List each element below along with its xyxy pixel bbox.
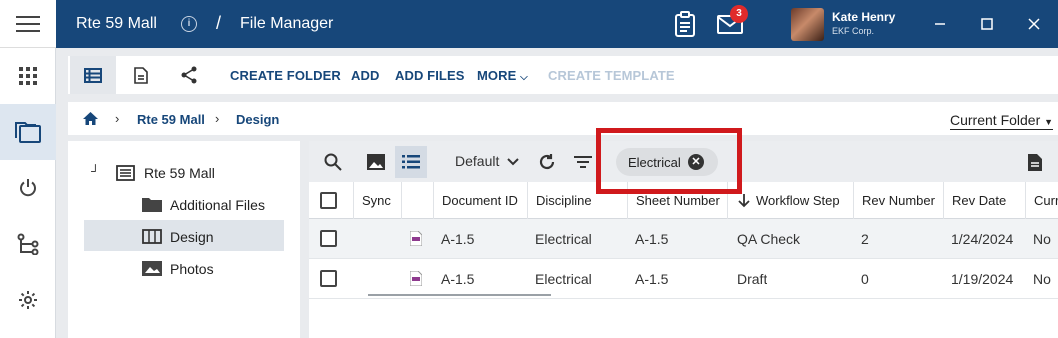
close-icon[interactable]	[1024, 14, 1044, 34]
project-icon	[116, 165, 135, 181]
left-rail	[0, 48, 56, 338]
breadcrumb-chevron-icon: ›	[115, 111, 120, 126]
more-button[interactable]: MORE ⌵	[477, 68, 528, 83]
apps-grid-icon[interactable]	[0, 48, 56, 104]
cell-workflow-step: Draft	[737, 271, 768, 287]
cell-workflow-step: QA Check	[737, 231, 801, 247]
list-view-icon[interactable]	[70, 56, 116, 94]
cell-document-id: A-1.5	[441, 271, 475, 287]
header-current[interactable]: Curr	[1025, 182, 1058, 219]
cell-rev-date: 1/24/2024	[951, 231, 1014, 247]
title-separator: /	[216, 13, 222, 33]
select-all-checkbox[interactable]	[320, 192, 337, 209]
cell-current: No	[1033, 231, 1051, 247]
export-document-icon[interactable]	[1019, 146, 1051, 178]
caret-down-icon: ▼	[1044, 117, 1054, 127]
create-folder-button[interactable]: CREATE FOLDER	[230, 68, 341, 83]
cell-discipline: Electrical	[535, 231, 592, 247]
breadcrumb: › Rte 59 Mall › Design Current Folder ▼	[68, 102, 1058, 135]
list-view-toggle-icon[interactable]	[395, 146, 427, 178]
current-folder-dropdown[interactable]: Current Folder ▼	[950, 112, 1054, 130]
header-select-all[interactable]	[309, 182, 353, 219]
create-template-button: CREATE TEMPLATE	[548, 68, 675, 83]
project-title[interactable]: Rte 59 Mall	[76, 15, 157, 33]
tree-item-additional-files[interactable]: Additional Files	[170, 197, 265, 213]
cell-discipline: Electrical	[535, 271, 592, 287]
clipboard-icon[interactable]	[674, 11, 696, 37]
folder-tree: ┘ Rte 59 Mall Additional Files Design Ph…	[68, 141, 300, 338]
cell-current: No	[1033, 271, 1051, 287]
photos-icon	[142, 261, 162, 276]
breadcrumb-item-design[interactable]: Design	[236, 112, 279, 127]
avatar[interactable]	[791, 8, 824, 41]
filter-highlight-box	[596, 128, 742, 194]
view-dropdown[interactable]: Default	[455, 153, 519, 169]
refresh-icon[interactable]	[531, 146, 563, 178]
add-button[interactable]: ADD	[351, 68, 379, 83]
tree-item-photos[interactable]: Photos	[170, 261, 214, 277]
cell-sheet-number: A-1.5	[635, 231, 669, 247]
info-icon[interactable]: i	[181, 16, 197, 32]
title-bar: Rte 59 Mall i / File Manager 3 Kate Henr…	[0, 0, 1058, 48]
cell-sheet-number: A-1.5	[635, 271, 669, 287]
design-folder-icon	[142, 229, 162, 244]
filter-icon[interactable]	[567, 146, 599, 178]
tree-item-design[interactable]: Design	[170, 229, 214, 245]
file-type-icon	[410, 271, 422, 286]
tree-item-root[interactable]: Rte 59 Mall	[144, 165, 215, 181]
row-checkbox[interactable]	[320, 270, 337, 287]
minimize-icon[interactable]	[930, 14, 950, 34]
header-type	[401, 182, 433, 219]
chevron-down-icon	[507, 158, 519, 166]
user-org: EKF Corp.	[832, 26, 875, 36]
header-rev-date[interactable]: Rev Date	[943, 182, 1025, 219]
cell-document-id: A-1.5	[441, 231, 475, 247]
cell-rev-date: 1/19/2024	[951, 271, 1014, 287]
folder-icon	[142, 198, 162, 212]
chevron-down-icon: ⌵	[520, 72, 528, 83]
cell-rev-number: 0	[861, 271, 869, 287]
maximize-icon[interactable]	[977, 14, 997, 34]
header-sync[interactable]: Sync	[353, 182, 401, 219]
header-document-id[interactable]: Document ID	[433, 182, 527, 219]
header-workflow-step[interactable]: Workflow Step	[727, 182, 853, 219]
cell-rev-number: 2	[861, 231, 869, 247]
current-folder-label: Current Folder	[950, 112, 1041, 128]
user-name[interactable]: Kate Henry	[832, 10, 895, 24]
file-type-icon	[410, 231, 422, 246]
home-icon[interactable]	[82, 111, 99, 126]
header-workflow-step-label: Workflow Step	[756, 193, 840, 208]
settings-gear-icon[interactable]	[0, 272, 56, 328]
table-row[interactable]: A-1.5 Electrical A-1.5 Draft 0 1/19/2024…	[309, 259, 1058, 299]
horizontal-scrollbar[interactable]	[368, 294, 551, 296]
add-files-button[interactable]: ADD FILES	[395, 68, 465, 83]
collapse-icon[interactable]: ┘	[91, 164, 100, 178]
section-title: File Manager	[240, 15, 334, 32]
breadcrumb-chevron-icon: ›	[215, 111, 220, 126]
more-label: MORE	[477, 68, 517, 83]
sort-down-icon	[738, 194, 750, 208]
search-icon[interactable]	[317, 146, 349, 178]
header-rev-number[interactable]: Rev Number	[853, 182, 943, 219]
image-view-icon[interactable]	[360, 146, 392, 178]
notification-badge: 3	[730, 5, 748, 23]
share-icon[interactable]	[172, 56, 206, 94]
workflow-icon[interactable]	[0, 216, 56, 272]
document-icon[interactable]	[124, 56, 158, 94]
row-checkbox[interactable]	[320, 230, 337, 247]
view-dropdown-label: Default	[455, 153, 500, 169]
breadcrumb-item-project[interactable]: Rte 59 Mall	[137, 112, 205, 127]
hamburger-menu-icon[interactable]	[0, 0, 56, 48]
power-icon[interactable]	[0, 160, 56, 216]
table-row[interactable]: A-1.5 Electrical A-1.5 QA Check 2 1/24/2…	[309, 219, 1058, 259]
file-manager-icon[interactable]	[0, 104, 56, 160]
action-toolbar: CREATE FOLDER ADD ADD FILES MORE ⌵ CREAT…	[68, 56, 1058, 94]
